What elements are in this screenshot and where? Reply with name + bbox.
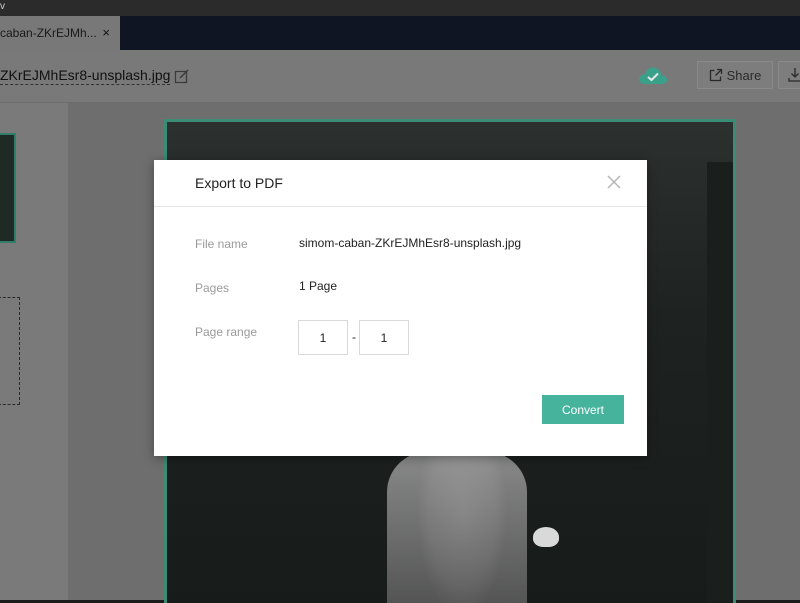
dialog-title: Export to PDF	[195, 175, 283, 191]
page-range-from-input[interactable]	[298, 320, 348, 355]
image-lamp	[533, 527, 559, 547]
share-button[interactable]: Share	[697, 61, 773, 89]
file-name-label: File name	[195, 237, 248, 251]
document-filename[interactable]: ZKrEJMhEsr8-unsplash.jpg	[0, 67, 171, 85]
pages-label: Pages	[195, 281, 230, 295]
edit-icon[interactable]	[174, 68, 190, 84]
pages-value: 1 Page	[299, 279, 338, 293]
page-range-separator: -	[352, 330, 356, 344]
download-icon	[788, 68, 800, 82]
convert-button[interactable]: Convert	[542, 395, 624, 424]
title-bar: v	[0, 0, 800, 16]
share-icon	[709, 68, 722, 82]
export-pdf-dialog: Export to PDF File name simom-caban-ZKrE…	[154, 160, 647, 456]
tab-bar: caban-ZKrEJMh... ×	[0, 16, 800, 50]
share-button-label: Share	[726, 67, 762, 83]
tab-close-icon[interactable]: ×	[102, 25, 110, 40]
dialog-header: Export to PDF	[154, 160, 647, 207]
add-page-placeholder[interactable]	[0, 297, 20, 405]
page-range-label: Page range	[195, 325, 258, 339]
cloud-sync-icon[interactable]	[637, 63, 669, 87]
close-icon[interactable]	[606, 174, 622, 190]
tab-label: caban-ZKrEJMh...	[0, 26, 96, 40]
document-toolbar: ZKrEJMhEsr8-unsplash.jpg Share	[0, 50, 800, 103]
page-thumbnail[interactable]	[0, 133, 16, 243]
titlebar-glyph: v	[0, 1, 5, 12]
image-pillar	[707, 162, 733, 602]
image-figure	[387, 452, 527, 603]
download-button[interactable]	[778, 61, 800, 89]
tab-document[interactable]: caban-ZKrEJMh... ×	[0, 16, 120, 50]
page-thumbnail-sidebar	[0, 103, 68, 600]
page-range-to-input[interactable]	[359, 320, 409, 355]
file-name-value: simom-caban-ZKrEJMhEsr8-unsplash.jpg	[299, 236, 522, 250]
